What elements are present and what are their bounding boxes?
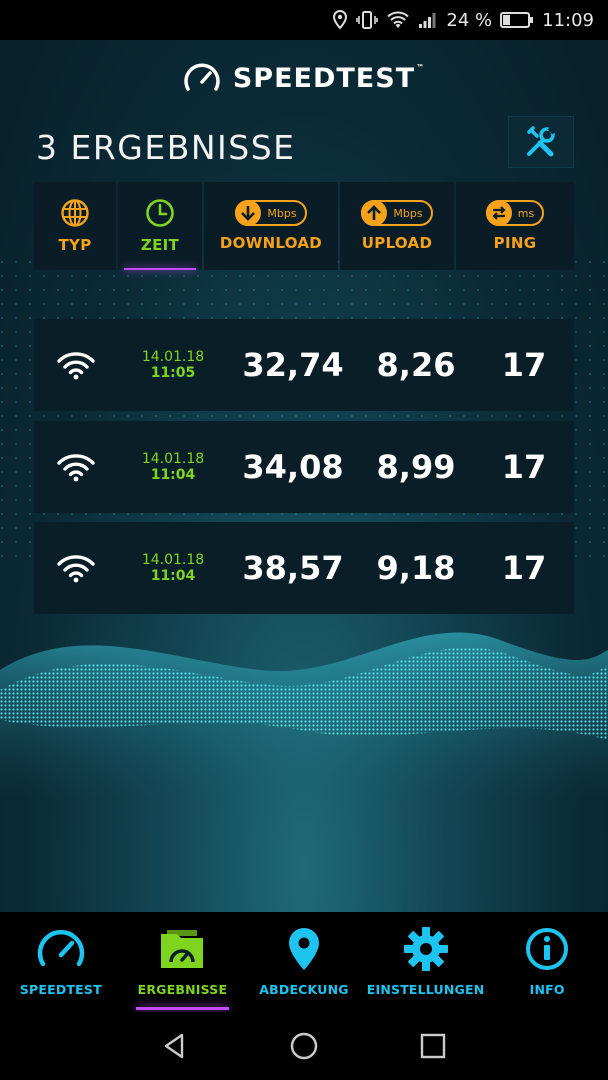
result-ping: 17 — [501, 346, 547, 384]
download-unit: Mbps — [267, 206, 297, 220]
clock-icon — [146, 199, 174, 227]
sort-by-download[interactable]: Mbps DOWNLOAD — [204, 182, 338, 270]
status-bar: 24 % 11:09 — [0, 0, 608, 40]
result-row[interactable]: 14.01.18 11:04 38,57 9,18 17 — [34, 522, 574, 614]
tools-button[interactable] — [508, 116, 574, 168]
zeit-label: ZEIT — [140, 236, 180, 254]
typ-label: TYP — [58, 236, 92, 254]
speedtest-logo: SPEEDTEST™ — [0, 62, 608, 94]
result-ping: 17 — [501, 448, 547, 486]
result-download: 38,57 — [242, 549, 344, 587]
gear-icon — [403, 927, 448, 971]
sort-by-time[interactable]: ZEIT — [118, 182, 202, 270]
result-upload: 8,26 — [376, 346, 456, 384]
page-title: 3 ERGEBNISSE — [36, 128, 296, 167]
result-time: 11:05 — [150, 365, 196, 381]
results-header: TYP ZEIT Mbps DOWNLOAD Mbps UPLOAD ms PI… — [34, 182, 574, 270]
battery-icon — [500, 12, 534, 28]
nav-settings-label: EINSTELLUNGEN — [366, 982, 485, 997]
nav-speedtest[interactable]: SPEEDTEST — [0, 912, 122, 1012]
nav-info[interactable]: INFO — [486, 912, 608, 1012]
result-row[interactable]: 14.01.18 11:05 32,74 8,26 17 — [34, 319, 574, 411]
wifi-status-icon — [387, 11, 410, 28]
download-label: DOWNLOAD — [219, 234, 323, 252]
back-icon[interactable] — [160, 1031, 190, 1061]
map-pin-icon — [288, 928, 319, 970]
result-upload: 8,99 — [376, 448, 456, 486]
signal-icon — [419, 13, 436, 28]
home-icon[interactable] — [289, 1031, 319, 1061]
sort-by-upload[interactable]: Mbps UPLOAD — [340, 182, 454, 270]
speedometer-logo-icon — [184, 63, 220, 91]
sort-by-type[interactable]: TYP — [34, 182, 116, 270]
info-icon — [526, 928, 569, 970]
results-folder-icon — [161, 930, 204, 968]
result-ping: 17 — [501, 549, 547, 587]
wifi-icon — [57, 454, 95, 482]
globe-icon — [61, 199, 89, 227]
nav-settings[interactable]: EINSTELLUNGEN — [365, 912, 487, 1012]
upload-unit-pill: Mbps — [361, 200, 433, 226]
result-date: 14.01.18 — [141, 552, 205, 568]
sort-by-ping[interactable]: ms PING — [456, 182, 574, 270]
recents-icon[interactable] — [418, 1031, 448, 1061]
wifi-icon — [57, 352, 95, 380]
wave-decoration — [0, 632, 608, 800]
battery-percent: 24 % — [446, 9, 493, 31]
ping-unit: ms — [517, 206, 535, 220]
wifi-icon — [57, 555, 95, 583]
download-unit-pill: Mbps — [235, 200, 307, 226]
nav-coverage[interactable]: ABDECKUNG — [243, 912, 365, 1012]
clock: 11:09 — [542, 9, 594, 31]
tools-icon — [527, 126, 556, 157]
nav-coverage-label: ABDECKUNG — [259, 982, 349, 997]
logo-text: SPEEDTEST™ — [232, 62, 426, 94]
upload-arrow-icon — [367, 205, 382, 220]
upload-unit: Mbps — [393, 206, 423, 220]
location-icon — [333, 10, 348, 30]
result-download: 34,08 — [242, 448, 344, 486]
upload-label: UPLOAD — [361, 234, 433, 252]
download-arrow-icon — [241, 206, 256, 221]
result-upload: 9,18 — [376, 549, 456, 587]
result-date: 14.01.18 — [141, 349, 205, 365]
nav-results[interactable]: ERGEBNISSE — [122, 912, 244, 1012]
app-content: SPEEDTEST™ 3 ERGEBNISSE TYP ZEIT Mbps DO… — [0, 40, 608, 912]
vibrate-icon — [356, 11, 379, 29]
nav-speedtest-label: SPEEDTEST — [19, 982, 102, 997]
result-date: 14.01.18 — [141, 451, 205, 467]
bottom-navigation: SPEEDTEST ERGEBNISSE ABDECKUNG EINSTELLU… — [0, 912, 608, 1012]
nav-results-label: ERGEBNISSE — [137, 982, 228, 997]
result-row[interactable]: 14.01.18 11:04 34,08 8,99 17 — [34, 421, 574, 513]
result-time: 11:04 — [150, 467, 196, 483]
ping-unit-pill: ms — [485, 200, 545, 226]
ping-arrows-icon — [492, 206, 506, 220]
result-time: 11:04 — [150, 568, 196, 584]
ping-label: PING — [493, 234, 537, 252]
result-download: 32,74 — [242, 346, 344, 384]
speedometer-icon — [37, 929, 85, 967]
system-navigation-bar — [0, 1012, 608, 1080]
nav-info-label: INFO — [529, 982, 565, 997]
